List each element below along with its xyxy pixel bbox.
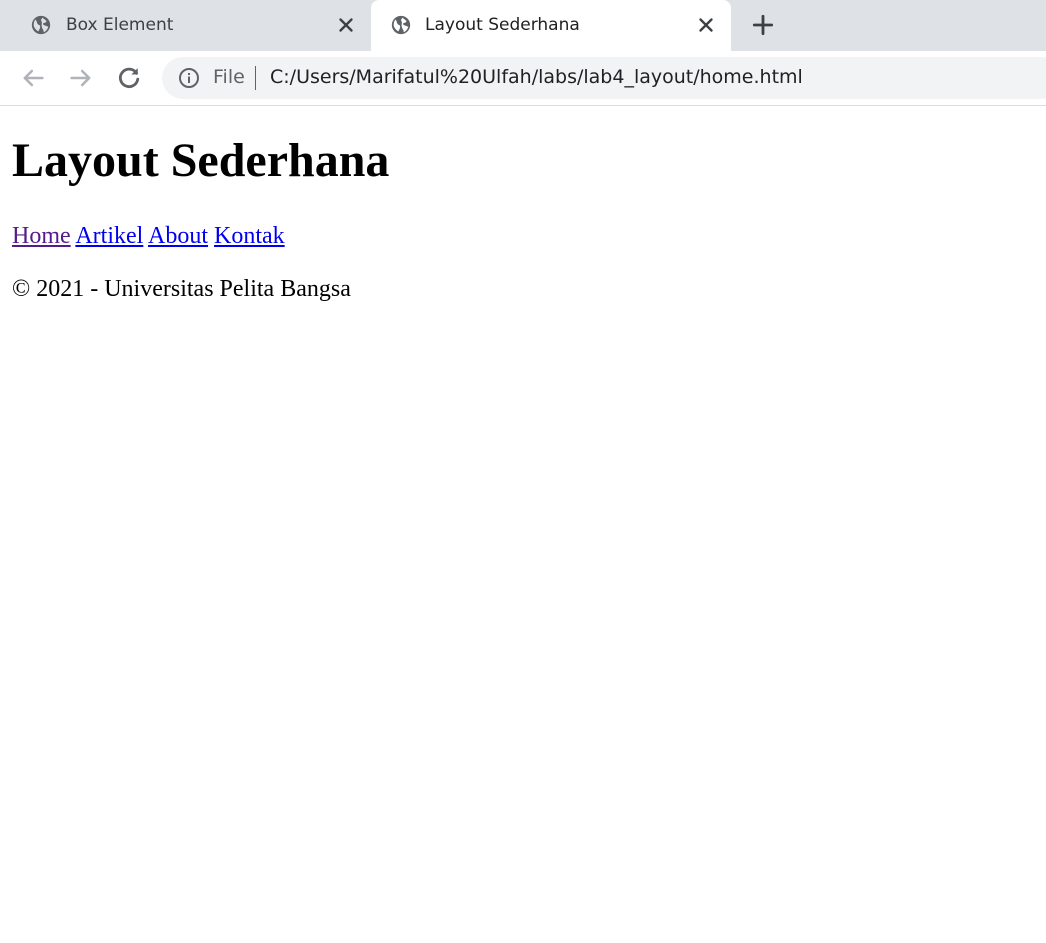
tab-title: Layout Sederhana — [425, 15, 580, 35]
page-title: Layout Sederhana — [12, 134, 390, 187]
forward-arrow-icon[interactable] — [67, 64, 95, 92]
nav-link-home[interactable]: Home — [12, 223, 71, 249]
close-icon[interactable] — [335, 14, 357, 36]
tab-title: Box Element — [66, 15, 174, 35]
reload-icon[interactable] — [115, 64, 143, 92]
footer-text: © 2021 - Universitas Pelita Bangsa — [12, 276, 351, 302]
globe-icon — [31, 15, 51, 35]
tab-layout-sederhana[interactable]: Layout Sederhana — [371, 0, 731, 51]
globe-icon — [391, 15, 411, 35]
browser-window: Box Element Layout Sederhana File C:/Use… — [0, 0, 1046, 943]
nav-link-about[interactable]: About — [148, 223, 208, 249]
back-arrow-icon[interactable] — [19, 64, 47, 92]
close-icon[interactable] — [695, 14, 717, 36]
nav-link-kontak[interactable]: Kontak — [214, 223, 285, 249]
browser-toolbar: File C:/Users/Marifatul%20Ulfah/labs/lab… — [0, 51, 1046, 106]
page-content: Layout Sederhana Home Artikel About Kont… — [0, 106, 1046, 943]
tab-box-element[interactable]: Box Element — [0, 0, 371, 51]
address-bar[interactable]: File C:/Users/Marifatul%20Ulfah/labs/lab… — [162, 57, 1046, 99]
new-tab-plus-icon[interactable] — [750, 12, 776, 38]
omnibox-divider — [255, 66, 256, 90]
nav-menu: Home Artikel About Kontak — [12, 223, 285, 250]
url-text[interactable]: C:/Users/Marifatul%20Ulfah/labs/lab4_lay… — [270, 66, 803, 88]
scheme-label: File — [213, 66, 245, 88]
info-icon[interactable] — [177, 66, 201, 90]
nav-link-artikel[interactable]: Artikel — [75, 223, 143, 249]
tab-strip: Box Element Layout Sederhana — [0, 0, 1046, 51]
